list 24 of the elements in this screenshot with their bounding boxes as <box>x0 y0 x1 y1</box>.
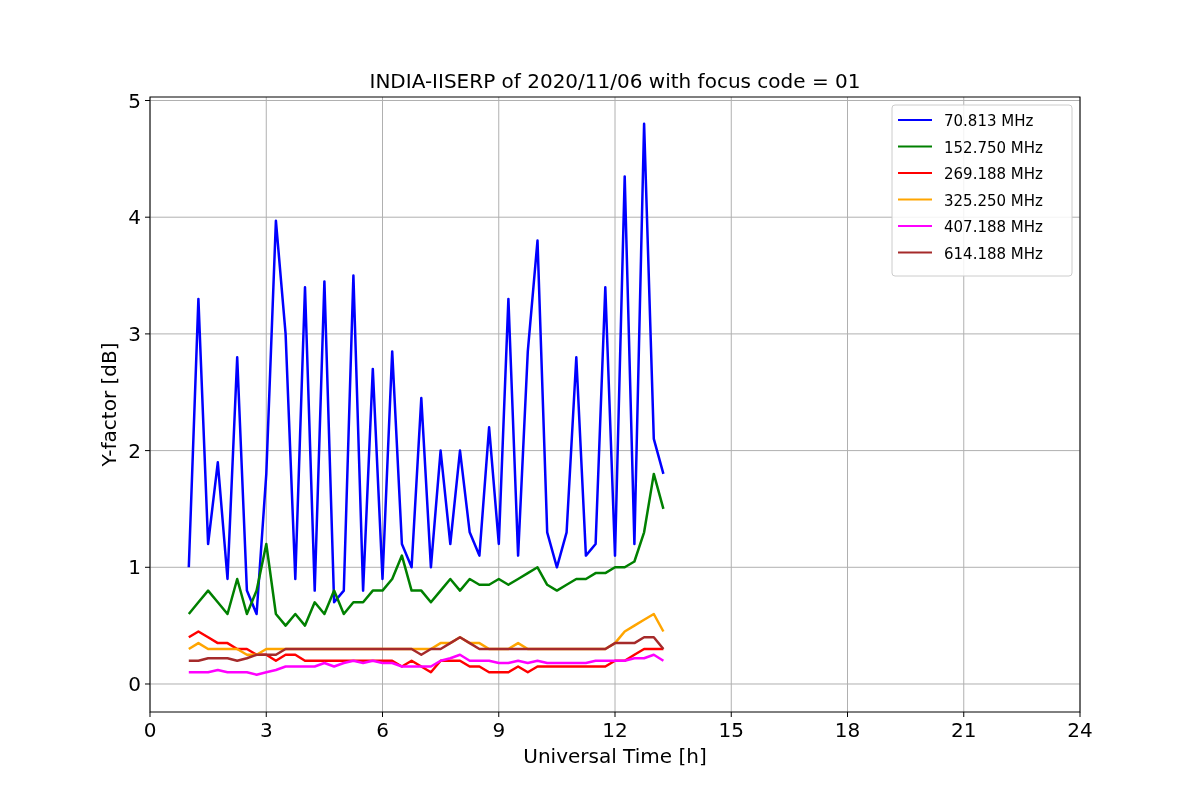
legend-label: 407.188 MHz <box>944 218 1043 236</box>
tick-label: 3 <box>259 718 273 742</box>
legend-label: 614.188 MHz <box>944 244 1043 263</box>
tick-label: 2 <box>128 438 141 463</box>
legend-label: 325.250 MHz <box>944 191 1043 210</box>
tick-label: 1 <box>128 555 141 580</box>
legend-label: 269.188 MHz <box>944 165 1043 183</box>
legend-label: 152.750 MHz <box>944 138 1043 157</box>
tick-label: 21 <box>951 718 977 742</box>
tick-label: 4 <box>128 205 141 230</box>
axis-label: Universal Time [h] <box>523 744 707 768</box>
tick-label: 0 <box>143 718 157 742</box>
axis-label: Y-factor [dB] <box>97 342 121 467</box>
tick-label: 24 <box>1067 718 1093 742</box>
tick-label: 9 <box>492 718 506 742</box>
chart-title: INDIA-IISERP of 2020/11/06 with focus code = 01 <box>369 69 861 93</box>
tick-label: 18 <box>834 718 861 742</box>
tick-label: 3 <box>128 321 141 346</box>
tick-label: 12 <box>602 718 628 742</box>
legend-label: 70.813 MHz <box>944 112 1034 130</box>
tick-label: 6 <box>376 718 389 742</box>
tick-label: 15 <box>718 718 744 742</box>
tick-label: 0 <box>128 672 141 696</box>
tick-label: 5 <box>128 88 141 113</box>
